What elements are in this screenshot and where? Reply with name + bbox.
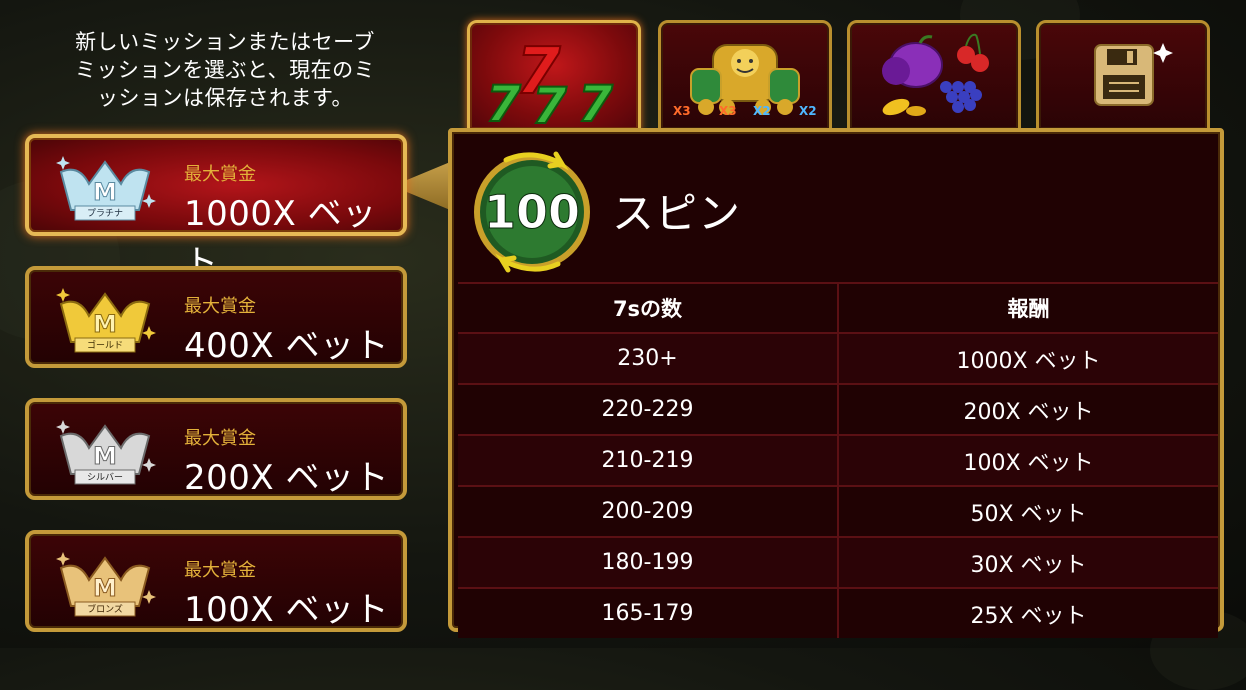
max-prize-value: 400X ベット xyxy=(184,326,389,366)
table-row: 165-179 25X ベット xyxy=(458,587,1218,638)
mission-card-silver[interactable]: M シルバー 最大賞金 200X ベット xyxy=(25,398,407,500)
reward-cell: 50X ベット xyxy=(838,485,1218,537)
svg-text:7: 7 xyxy=(532,77,567,129)
tab-sevens[interactable]: 7 7 7 7 xyxy=(467,20,641,132)
max-prize-label: 最大賞金 xyxy=(184,296,256,317)
sevens-count-cell: 165-179 xyxy=(458,587,839,638)
sevens-count-cell: 210-219 xyxy=(458,434,839,486)
platinum-jester-hat-icon: M プラチナ xyxy=(56,156,156,221)
joker-multiplier-icon: X3 X3 X2 X2 xyxy=(673,44,817,118)
tier-label: シルバー xyxy=(87,472,123,483)
max-prize-label: 最大賞金 xyxy=(184,428,256,449)
spin-count-badge: 100 xyxy=(474,151,590,273)
gold-jester-hat-icon: M ゴールド xyxy=(56,288,156,353)
sevens-count-cell: 180-199 xyxy=(458,536,839,588)
reward-cell: 100X ベット xyxy=(838,434,1218,486)
sevens-count-cell: 220-229 xyxy=(458,383,839,435)
tab-jokers[interactable]: X3 X3 X2 X2 xyxy=(658,20,832,132)
spin-label: スピン xyxy=(612,189,742,238)
reward-cell: 1000X ベット xyxy=(838,332,1218,384)
payout-table: 7sの数 報酬 230+ 1000X ベット 220-229 200X ベット … xyxy=(458,282,1218,638)
column-header-sevens-count: 7sの数 xyxy=(458,282,839,333)
tier-label: プラチナ xyxy=(87,208,123,219)
svg-text:M: M xyxy=(93,178,117,206)
mission-card-gold[interactable]: M ゴールド 最大賞金 400X ベット xyxy=(25,266,407,368)
multiplier-badge: X3 xyxy=(673,104,691,118)
multiplier-badge: X2 xyxy=(753,104,771,118)
multiplier-badge: X2 xyxy=(799,104,817,118)
max-prize-value: 200X ベット xyxy=(184,458,389,498)
reward-cell: 30X ベット xyxy=(838,536,1218,588)
svg-text:7: 7 xyxy=(486,75,521,129)
table-row: 200-209 50X ベット xyxy=(458,485,1218,537)
table-row: 220-229 200X ベット xyxy=(458,383,1218,435)
mission-info-text: 新しいミッションまたはセーブ ミッションを選ぶと、現在のミ ッションは保存されま… xyxy=(74,30,376,110)
floppy-disk-icon xyxy=(1094,43,1173,106)
table-row: 230+ 1000X ベット xyxy=(458,332,1218,384)
silver-jester-hat-icon: M シルバー xyxy=(56,420,156,485)
reward-cell: 25X ベット xyxy=(838,587,1218,638)
svg-text:M: M xyxy=(93,310,117,338)
max-prize-value: 100X ベット xyxy=(184,590,389,630)
spin-count: 100 xyxy=(484,185,580,239)
bronze-jester-hat-icon: M ブロンズ xyxy=(56,552,156,617)
tier-label: ゴールド xyxy=(87,339,123,351)
table-row: 210-219 100X ベット xyxy=(458,434,1218,486)
tab-fruits[interactable] xyxy=(847,20,1021,132)
reward-cell: 200X ベット xyxy=(838,383,1218,435)
sevens-count-cell: 230+ xyxy=(458,332,839,384)
column-header-reward: 報酬 xyxy=(838,282,1218,333)
fruits-icon xyxy=(882,33,989,116)
sevens-count-cell: 200-209 xyxy=(458,485,839,537)
table-header-row: 7sの数 報酬 xyxy=(458,282,1218,333)
triple-seven-icon: 7 7 7 7 xyxy=(485,34,614,129)
svg-text:7: 7 xyxy=(578,75,613,129)
tier-label: ブロンズ xyxy=(87,603,123,615)
mission-details-panel: 100 スピン 7sの数 報酬 230+ 1000X ベット 220-229 2… xyxy=(448,128,1224,638)
svg-text:M: M xyxy=(93,574,117,602)
mission-card-bronze[interactable]: M ブロンズ 最大賞金 100X ベット xyxy=(25,530,407,632)
tab-save[interactable] xyxy=(1036,20,1210,132)
svg-text:M: M xyxy=(93,442,117,470)
mission-card-platinum[interactable]: M プラチナ 最大賞金 1000X ベット xyxy=(25,134,407,283)
multiplier-badge: X3 xyxy=(719,104,737,118)
max-prize-label: 最大賞金 xyxy=(184,164,256,185)
table-row: 180-199 30X ベット xyxy=(458,536,1218,588)
max-prize-label: 最大賞金 xyxy=(184,560,256,581)
